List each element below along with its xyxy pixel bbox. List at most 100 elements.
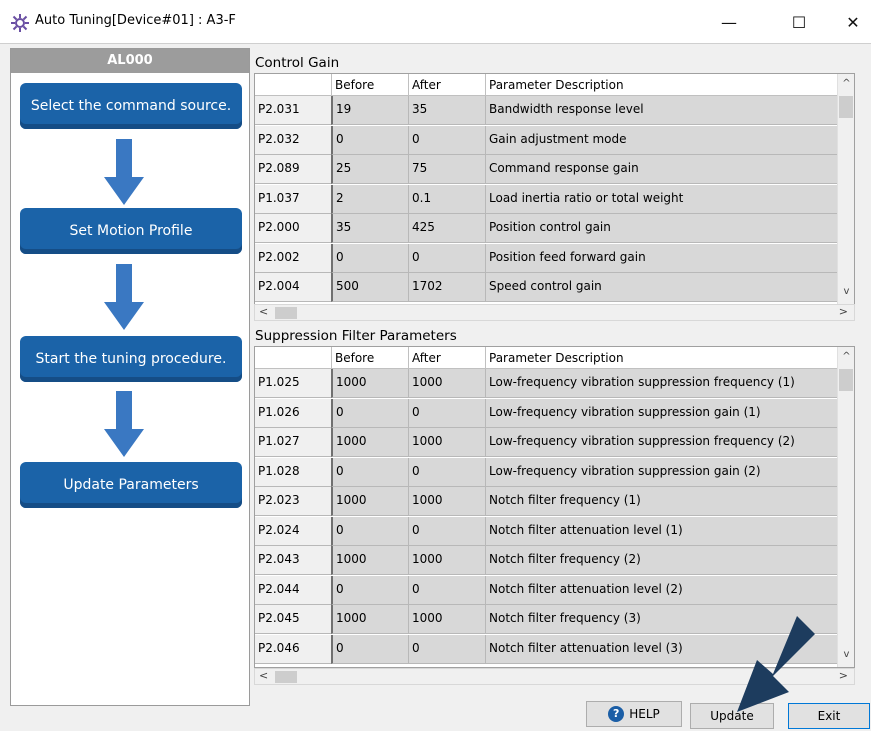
help-button[interactable]: ? HELP [586, 701, 682, 727]
table-row[interactable]: P2.002 0 0 Position feed forward gain [255, 243, 854, 274]
table-row[interactable]: P2.004 500 1702 Speed control gain [255, 273, 854, 303]
param-description: Load inertia ratio or total weight [485, 184, 854, 214]
table-row[interactable]: P2.024 0 0 Notch filter attenuation level (… [255, 516, 854, 547]
table-row[interactable]: P1.037 2 0.1 Load inertia ratio or total we… [255, 184, 854, 215]
after-value[interactable]: 0 [408, 634, 485, 664]
horizontal-scrollbar[interactable]: < > [254, 304, 855, 321]
param-id: P2.000 [255, 214, 331, 243]
header-after: After [408, 347, 485, 369]
close-button[interactable]: ✕ [830, 0, 871, 44]
before-value: 19 [331, 96, 408, 125]
step-set-motion-profile[interactable]: Set Motion Profile [20, 208, 242, 254]
param-description: Position control gain [485, 214, 854, 243]
after-value[interactable]: 425 [408, 214, 485, 243]
before-value: 1000 [331, 605, 408, 634]
control-gain-table: Before After Parameter Description P2.03… [254, 73, 855, 305]
before-value: 0 [331, 516, 408, 546]
scroll-right-icon[interactable]: > [839, 305, 848, 318]
header-description: Parameter Description [485, 74, 854, 96]
maximize-button[interactable]: ☐ [776, 0, 822, 44]
table-row[interactable]: P2.043 1000 1000 Notch filter frequency (2) [255, 546, 854, 576]
scroll-up-icon[interactable]: ^ [838, 351, 854, 362]
after-value[interactable]: 0 [408, 243, 485, 273]
param-id: P2.044 [255, 575, 331, 605]
table-row[interactable]: P2.031 19 35 Bandwidth response level [255, 96, 854, 126]
param-id: P1.027 [255, 428, 331, 457]
before-value: 0 [331, 398, 408, 428]
scroll-right-icon[interactable]: > [839, 669, 848, 682]
param-description: Speed control gain [485, 273, 854, 302]
auto-tuning-window: Auto Tuning[Device#01] : A3-F — ☐ ✕ AL00… [0, 0, 871, 731]
scroll-thumb[interactable] [839, 96, 853, 118]
param-id: P2.089 [255, 155, 331, 184]
step-update-parameters[interactable]: Update Parameters [20, 462, 242, 508]
after-value[interactable]: 75 [408, 155, 485, 184]
minimize-button[interactable]: — [706, 0, 752, 44]
table-row[interactable]: P1.026 0 0 Low-frequency vibration suppress… [255, 398, 854, 429]
param-id: P1.025 [255, 369, 331, 398]
table-row[interactable]: P2.032 0 0 Gain adjustment mode [255, 125, 854, 156]
window-title: Auto Tuning[Device#01] : A3-F [35, 13, 236, 28]
before-value: 2 [331, 184, 408, 214]
param-id: P1.037 [255, 184, 331, 214]
question-circle-icon: ? [608, 706, 625, 722]
step-select-command-source[interactable]: Select the command source. [20, 83, 242, 129]
scroll-thumb[interactable] [275, 671, 297, 683]
vertical-scrollbar[interactable]: ^ v [837, 347, 854, 667]
table-row[interactable]: P1.028 0 0 Low-frequency vibration suppress… [255, 457, 854, 488]
after-value[interactable]: 0.1 [408, 184, 485, 214]
scroll-thumb[interactable] [275, 307, 297, 319]
parameters-panel: Control Gain Before After Parameter Desc… [252, 48, 864, 706]
param-id: P2.043 [255, 546, 331, 575]
after-value[interactable]: 1000 [408, 428, 485, 457]
after-value[interactable]: 0 [408, 575, 485, 605]
after-value[interactable]: 1000 [408, 546, 485, 575]
after-value[interactable]: 1000 [408, 369, 485, 398]
before-value: 1000 [331, 428, 408, 457]
table-row[interactable]: P2.000 35 425 Position control gain [255, 214, 854, 244]
param-id: P2.031 [255, 96, 331, 125]
scroll-down-icon[interactable]: v [838, 649, 854, 660]
scroll-left-icon[interactable]: < [259, 669, 268, 682]
after-value[interactable]: 1702 [408, 273, 485, 302]
title-bar: Auto Tuning[Device#01] : A3-F — ☐ ✕ [0, 0, 871, 44]
after-value[interactable]: 0 [408, 457, 485, 487]
vertical-scrollbar[interactable]: ^ v [837, 74, 854, 304]
before-value: 0 [331, 457, 408, 487]
table-row[interactable]: P2.044 0 0 Notch filter attenuation level (… [255, 575, 854, 606]
table-row[interactable]: P2.089 25 75 Command response gain [255, 155, 854, 185]
after-value[interactable]: 0 [408, 125, 485, 155]
scroll-thumb[interactable] [839, 369, 853, 391]
scroll-up-icon[interactable]: ^ [838, 78, 854, 89]
step-start-tuning[interactable]: Start the tuning procedure. [20, 336, 242, 382]
after-value[interactable]: 1000 [408, 605, 485, 634]
before-value: 0 [331, 125, 408, 155]
table-row[interactable]: P2.023 1000 1000 Notch filter frequency (1) [255, 487, 854, 517]
param-description: Notch filter attenuation level (1) [485, 516, 854, 546]
header-before: Before [331, 347, 408, 369]
table-header: Before After Parameter Description [255, 74, 854, 96]
scroll-left-icon[interactable]: < [259, 305, 268, 318]
alarm-status-bar: AL000 [11, 49, 249, 73]
after-value[interactable]: 0 [408, 398, 485, 428]
before-value: 0 [331, 634, 408, 664]
before-value: 25 [331, 155, 408, 184]
before-value: 1000 [331, 487, 408, 516]
control-gain-title: Control Gain [255, 55, 340, 71]
after-value[interactable]: 0 [408, 516, 485, 546]
param-id: P2.045 [255, 605, 331, 634]
table-row[interactable]: P1.025 1000 1000 Low-frequency vibration su… [255, 369, 854, 399]
param-id: P2.024 [255, 516, 331, 546]
table-row[interactable]: P1.027 1000 1000 Low-frequency vibration su… [255, 428, 854, 458]
scroll-down-icon[interactable]: v [838, 286, 854, 297]
header-id [255, 74, 331, 96]
before-value: 1000 [331, 546, 408, 575]
after-value[interactable]: 35 [408, 96, 485, 125]
param-description: Notch filter frequency (1) [485, 487, 854, 516]
param-description: Gain adjustment mode [485, 125, 854, 155]
param-description: Command response gain [485, 155, 854, 184]
before-value: 35 [331, 214, 408, 243]
after-value[interactable]: 1000 [408, 487, 485, 516]
param-id: P2.002 [255, 243, 331, 273]
param-description: Position feed forward gain [485, 243, 854, 273]
